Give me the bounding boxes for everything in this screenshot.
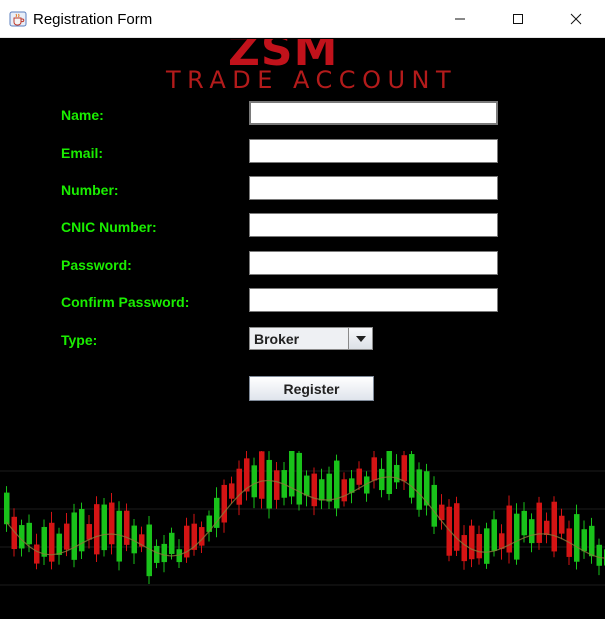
name-label: Name: [61,107,104,123]
confirm-password-input[interactable] [249,288,498,312]
close-icon [570,13,582,25]
number-input[interactable] [249,176,498,200]
java-cup-icon [9,11,27,27]
candlestick-chart-image [0,451,605,586]
password-input[interactable] [249,251,498,275]
form-panel: ZSM TRADE ACCOUNT Name: Email: Number: C… [0,39,605,619]
window-title: Registration Form [33,11,153,28]
confirm-password-label: Confirm Password: [61,294,190,310]
type-select-value: Broker [254,331,300,347]
password-label: Password: [61,257,132,273]
email-input[interactable] [249,139,498,163]
close-button[interactable] [547,0,605,38]
maximize-icon [513,14,523,24]
registration-window: Registration Form ZSM TRADE ACCOUNT Name… [0,0,605,619]
type-label: Type: [61,332,98,348]
register-button[interactable]: Register [249,376,374,401]
chevron-down-icon [355,335,366,342]
type-select[interactable]: Broker [249,327,373,350]
title-bar[interactable]: Registration Form [0,0,605,38]
dropdown-arrow-button[interactable] [348,328,372,349]
cnic-label: CNIC Number: [61,219,157,235]
maximize-button[interactable] [489,0,547,38]
name-input[interactable] [249,101,498,125]
email-label: Email: [61,145,104,161]
minimize-icon [455,18,465,20]
number-label: Number: [61,182,119,198]
logo-subtitle: TRADE ACCOUNT [166,66,458,94]
cnic-input[interactable] [249,213,498,237]
minimize-button[interactable] [431,0,489,38]
